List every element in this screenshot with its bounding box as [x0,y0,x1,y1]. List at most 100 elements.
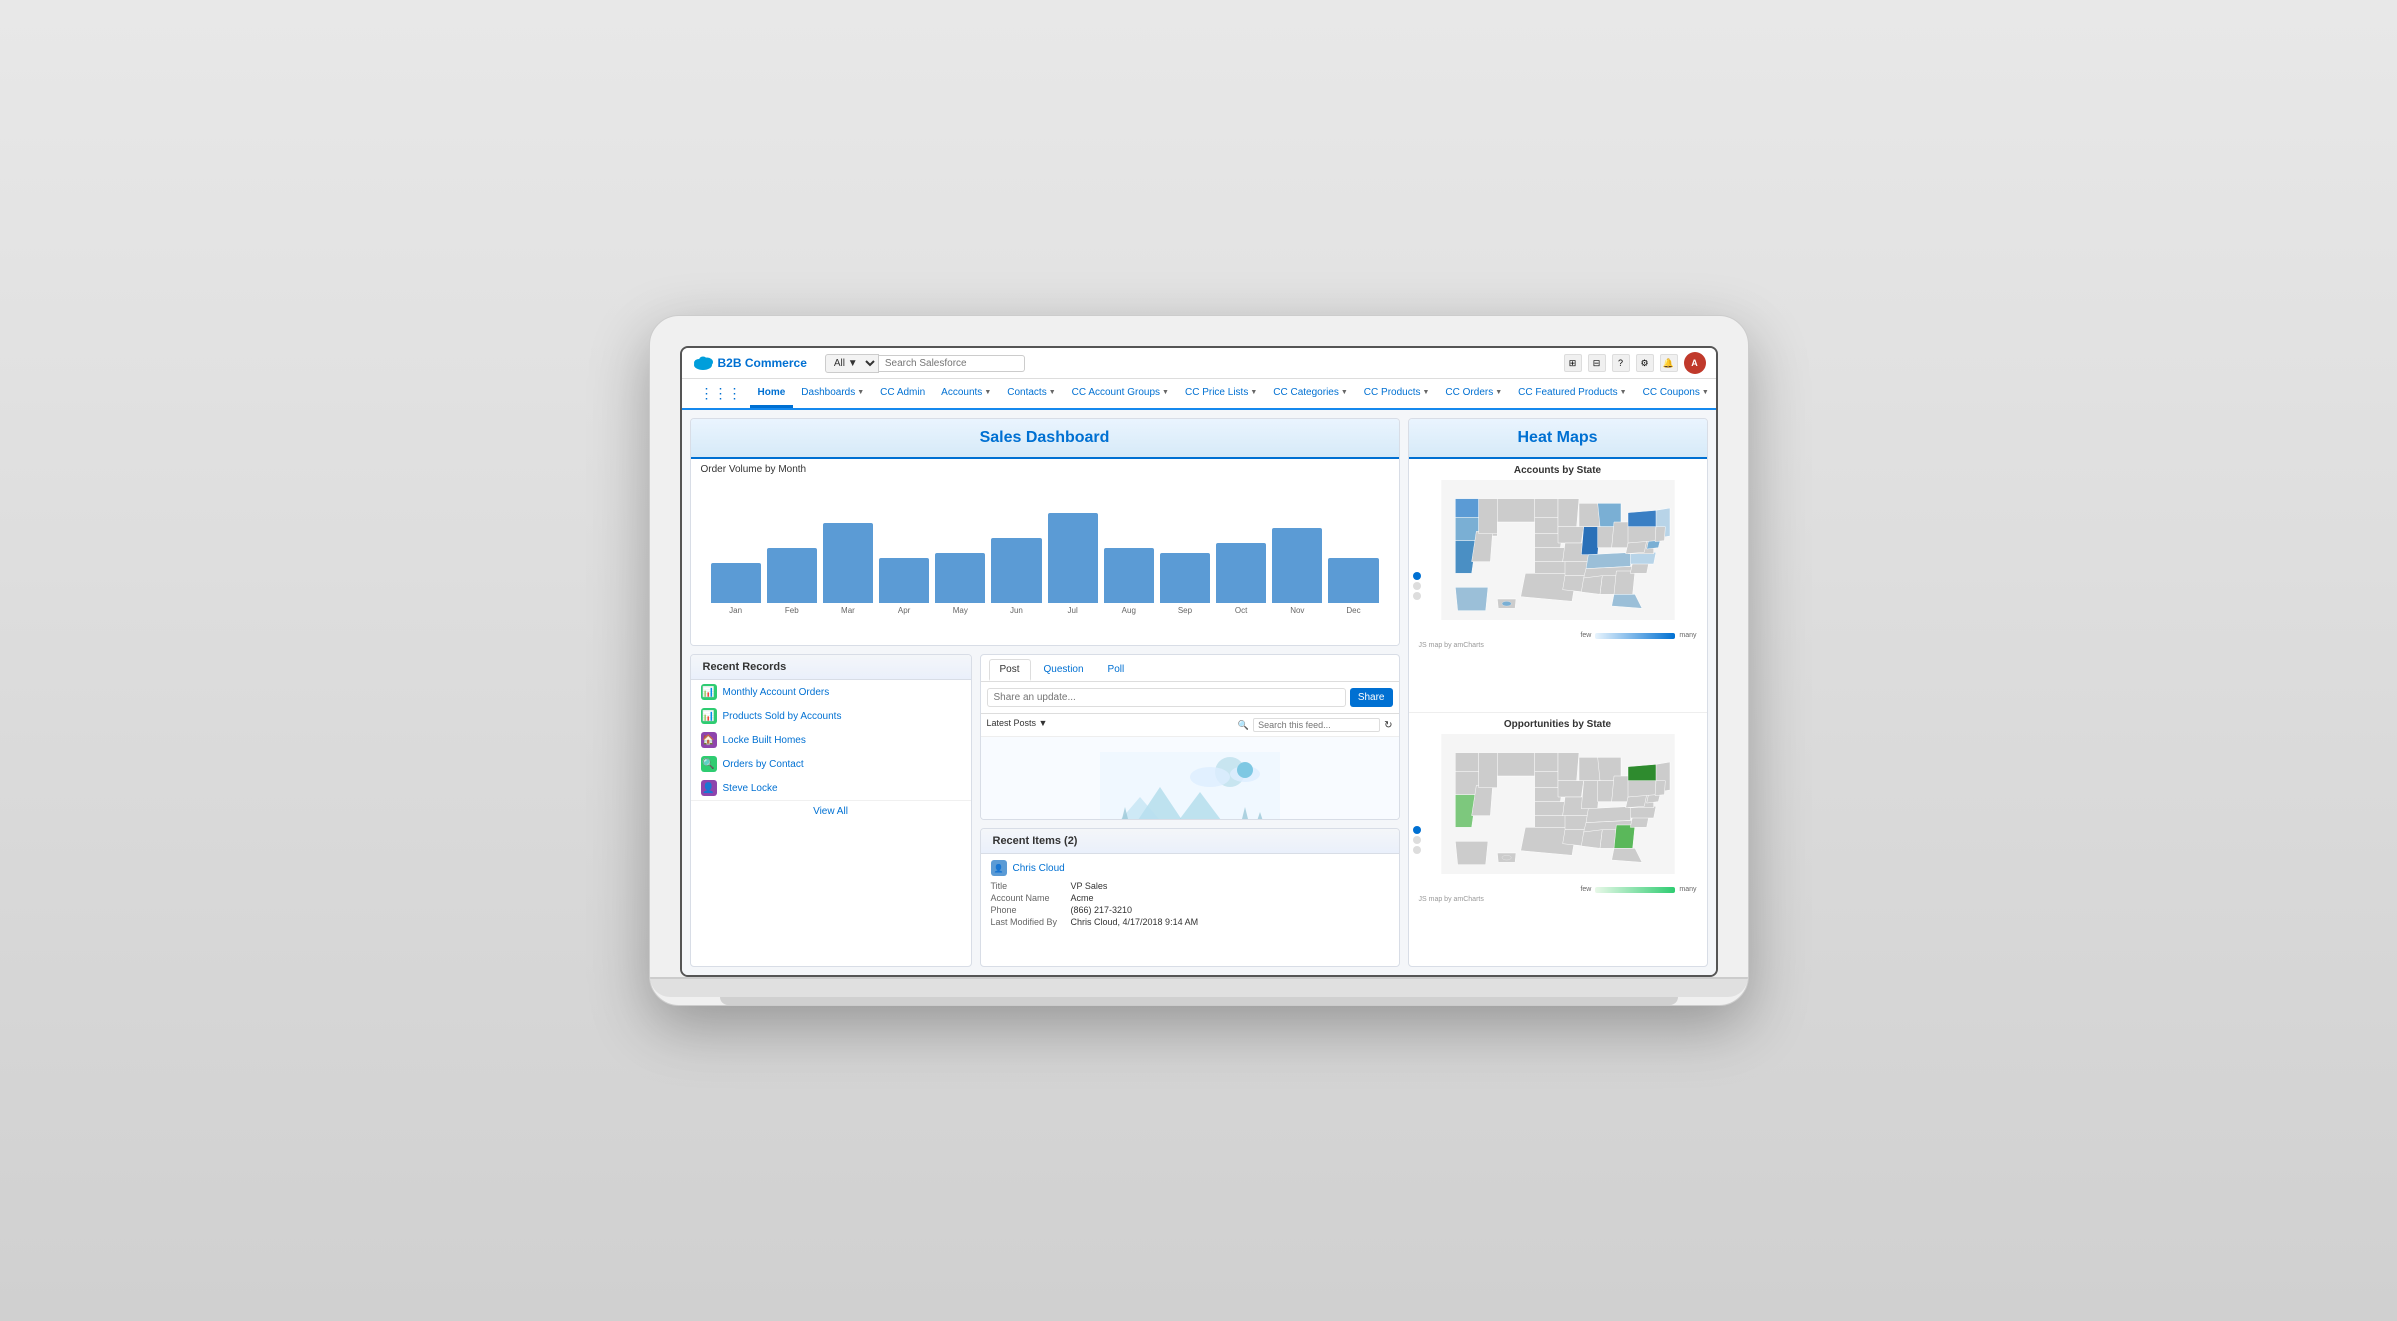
bar-mar [823,523,873,603]
nav-item-ccorders[interactable]: CC Orders ▼ [1437,380,1510,408]
left-panel: Sales Dashboard Order Volume by Month Ja… [690,418,1400,967]
feed-tab-poll[interactable]: Poll [1097,659,1136,681]
nav-item-cccoupons[interactable]: CC Coupons ▼ [1635,380,1717,408]
person-icon: 👤 [991,860,1007,876]
us-map-opportunities [1415,734,1701,874]
map2-legend: few many [1415,884,1701,895]
nav-item-ccaccountgroups[interactable]: CC Account Groups ▼ [1064,380,1177,408]
bar-group-may: May [935,553,985,615]
help-icon[interactable]: ? [1612,354,1630,372]
recent-item-person: 👤 Chris Cloud [981,854,1399,880]
bar-group-sep: Sep [1160,553,1210,615]
bar-label-jul: Jul [1068,606,1078,615]
bar-jan [711,563,761,603]
bell-icon[interactable]: 🔔 [1660,354,1678,372]
feed-filter-bar: Latest Posts ▼ 🔍 ↻ [981,714,1399,737]
record-link[interactable]: Locke Built Homes [723,735,806,746]
nav-item-home[interactable]: Home [750,380,794,408]
bar-group-feb: Feb [767,548,817,615]
person-details: TitleVP SalesAccount NameAcmePhone(866) … [981,880,1399,928]
search-scope-select[interactable]: All ▼ [825,354,879,373]
record-link[interactable]: Steve Locke [723,783,778,794]
right-bottom-area: Post Question Poll Share Latest Posts ▼ [980,654,1400,967]
record-icon: 🔍 [701,756,717,772]
nav-grid-icon[interactable]: ⋮⋮⋮ [692,379,750,408]
bar-label-jan: Jan [729,606,742,615]
us-map-accounts [1415,480,1701,620]
feed-search-area: 🔍 ↻ [1238,718,1393,732]
detail-label: Account Name [991,893,1071,903]
bar-aug [1104,548,1154,603]
person-name-link[interactable]: Chris Cloud [1013,863,1065,874]
nav-item-ccpromotions[interactable]: CC Promotions ▼ [1717,380,1718,408]
bar-label-jun: Jun [1010,606,1023,615]
feed-tab-post[interactable]: Post [989,659,1031,681]
bar-label-aug: Aug [1122,606,1136,615]
feed-filter-label[interactable]: Latest Posts ▼ [987,718,1048,732]
bar-label-sep: Sep [1178,606,1192,615]
records-list: 📊Monthly Account Orders📊Products Sold by… [691,680,971,800]
nav-item-cccategories[interactable]: CC Categories ▼ [1265,380,1356,408]
refresh-icon[interactable]: ↻ [1384,720,1392,731]
nav-bar: ⋮⋮⋮ Home Dashboards ▼ CC Admin Accounts … [682,379,1716,410]
nav-item-contacts[interactable]: Contacts ▼ [999,380,1063,408]
bar-group-jun: Jun [991,538,1041,615]
search-bar: All ▼ [825,354,1025,373]
map2-legend-min: few [1580,886,1591,893]
chart-bars: Jan Feb Mar AprMay Jun Jul Aug Sep Oct Nov Dec [701,485,1389,615]
bar-label-mar: Mar [841,606,855,615]
record-link[interactable]: Monthly Account Orders [723,687,830,698]
map2-legend-max: many [1679,886,1696,893]
record-icon: 👤 [701,780,717,796]
record-link[interactable]: Orders by Contact [723,759,804,770]
search-input[interactable] [879,355,1025,372]
bar-may [935,553,985,603]
share-button[interactable]: Share [1350,688,1393,707]
chart-title: Order Volume by Month [691,459,1399,475]
bar-label-oct: Oct [1235,606,1247,615]
bar-group-apr: Apr [879,558,929,615]
bar-label-dec: Dec [1346,606,1360,615]
bar-label-nov: Nov [1290,606,1304,615]
feed-search-input[interactable] [1253,718,1380,732]
map2-credit: JS map by amCharts [1415,895,1701,904]
bar-group-aug: Aug [1104,548,1154,615]
record-item: 🏠 Locke Built Homes [691,728,971,752]
heat-maps-panel: Heat Maps Accounts by State [1408,418,1708,967]
record-icon: 📊 [701,684,717,700]
map1-legend-bar [1595,633,1675,639]
bar-group-dec: Dec [1328,558,1378,615]
sales-dashboard-panel: Sales Dashboard Order Volume by Month Ja… [690,418,1400,646]
map1-container [1415,480,1701,630]
nav-item-ccfeaturedproducts[interactable]: CC Featured Products ▼ [1510,380,1634,408]
bar-jun [991,538,1041,603]
feed-tab-question[interactable]: Question [1033,659,1095,681]
chart-panel: Order Volume by Month Jan Feb Mar AprMay Jun… [691,459,1399,645]
nav-item-ccadmin[interactable]: CC Admin [872,380,933,408]
view-all-link[interactable]: View All [691,800,971,822]
grid-icon[interactable]: ⊞ [1564,354,1582,372]
nav-item-ccproducts[interactable]: CC Products ▼ [1356,380,1438,408]
apps-icon[interactable]: ⊟ [1588,354,1606,372]
feed-share-input[interactable] [987,688,1346,707]
nav-item-dashboards[interactable]: Dashboards ▼ [793,380,872,408]
record-item: 👤 Steve Locke [691,776,971,800]
bottom-panels: Recent Records 📊Monthly Account Orders📊P… [690,654,1400,967]
bar-feb [767,548,817,603]
recent-records-panel: Recent Records 📊Monthly Account Orders📊P… [690,654,972,967]
bar-group-nov: Nov [1272,528,1322,615]
app-name: B2B Commerce [718,356,807,370]
feed-share-area: Share [981,682,1399,714]
avatar[interactable]: A [1684,352,1706,374]
record-icon: 🏠 [701,732,717,748]
top-bar: B2B Commerce All ▼ ⊞ ⊟ ? ⚙ 🔔 A [682,348,1716,379]
detail-row: Phone(866) 217-3210 [981,904,1399,916]
nav-item-accounts[interactable]: Accounts ▼ [933,380,999,408]
bar-group-jul: Jul [1048,513,1098,615]
map1-legend-max: many [1679,632,1696,639]
gear-icon[interactable]: ⚙ [1636,354,1654,372]
detail-row: Account NameAcme [981,892,1399,904]
laptop-foot [720,997,1678,1005]
record-link[interactable]: Products Sold by Accounts [723,711,842,722]
nav-item-ccpricelists[interactable]: CC Price Lists ▼ [1177,380,1265,408]
